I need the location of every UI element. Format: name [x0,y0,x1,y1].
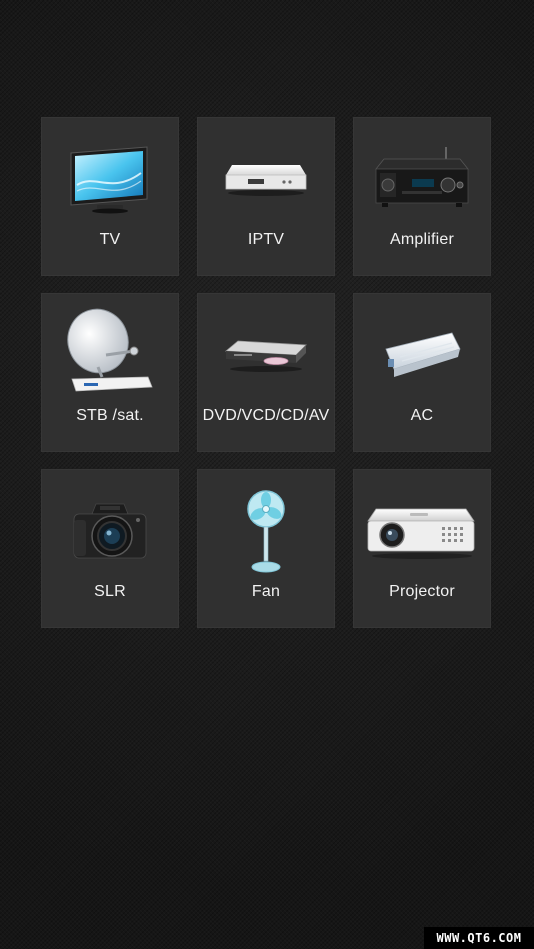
device-label: SLR [94,583,126,600]
device-label: Projector [389,583,455,600]
device-tile-dvd[interactable]: DVD/VCD/CD/AV [197,293,335,452]
projector-icon [353,491,491,571]
device-tile-tv[interactable]: TV [41,117,179,276]
device-label: DVD/VCD/CD/AV [202,407,330,424]
device-label: TV [99,231,121,248]
camera-icon [41,491,179,571]
device-label: Amplifier [389,231,455,248]
tv-icon [41,139,179,219]
satellite-dish-icon [41,307,179,397]
watermark: WWW.QT6.COM [424,927,534,949]
device-tile-iptv[interactable]: IPTV [197,117,335,276]
device-grid: TV IPTV Amplifier STB /sat. DVD/VCD/CD/A… [41,117,491,628]
device-tile-amplifier[interactable]: Amplifier [353,117,491,276]
device-tile-fan[interactable]: Fan [197,469,335,628]
device-tile-stb[interactable]: STB /sat. [41,293,179,452]
device-tile-slr[interactable]: SLR [41,469,179,628]
device-tile-ac[interactable]: AC [353,293,491,452]
fan-icon [197,489,335,575]
device-label: AC [410,407,434,424]
dvd-player-icon [197,315,335,395]
device-label: STB /sat. [76,407,144,424]
amplifier-icon [353,139,491,219]
device-label: Fan [251,583,281,600]
iptv-box-icon [197,139,335,219]
air-conditioner-icon [353,315,491,395]
device-label: IPTV [247,231,285,248]
device-tile-projector[interactable]: Projector [353,469,491,628]
